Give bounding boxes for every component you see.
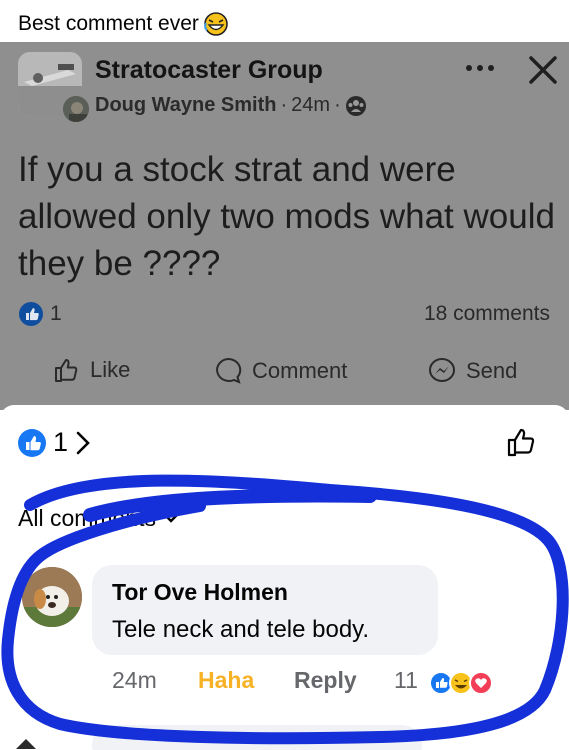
group-privacy-icon [345,95,366,116]
comment-actions-row: 24m Haha Reply 11 [112,667,512,699]
comment-bubble[interactable]: Tor Ove Holmen Tele neck and tele body. [92,565,438,655]
comment-label: Comment [252,358,348,383]
sheet-reaction-count: 1 [53,427,69,457]
send-label: Send [466,358,518,383]
post-reaction-count[interactable]: 1 [50,302,62,326]
chevron-right-icon [76,431,90,454]
post-author[interactable]: Doug Wayne Smith [95,94,276,117]
author-avatar[interactable] [61,94,91,124]
reply-button[interactable]: Reply [294,667,357,694]
caption-bar: Best comment ever [0,0,569,42]
post-time[interactable]: 24m [291,94,330,117]
meta-separator: · [334,94,341,116]
comment-filter-label: All comments [18,505,157,531]
comment-time: 24m [112,667,157,693]
sheet-reactions-summary[interactable]: 1 [17,427,92,458]
send-button[interactable]: Send [426,355,517,387]
next-commenter-avatar[interactable] [14,721,38,749]
comment-text: Tele neck and tele body. [112,616,370,643]
like-label: Like [90,357,131,382]
thumbs-up-icon[interactable] [505,425,539,459]
group-name[interactable]: Stratocaster Group [95,56,323,85]
post-meta: Doug Wayne Smith · 24m · [95,94,367,117]
next-comment-bubble[interactable] [92,725,422,750]
post-header: Stratocaster Group Doug Wayne Smith · 24… [18,48,558,124]
post-text: If you a stock strat and were allowed on… [18,150,555,283]
comments-sheet: 1 All comments Tor Ove Holmen Tele neck … [0,405,569,750]
like-reaction-icon [18,428,46,457]
comment-reaction-count[interactable]: 11 [394,667,418,694]
rofl-emoji-icon [204,11,228,36]
close-icon[interactable] [523,50,563,90]
thumbs-up-icon [55,359,78,382]
meta-separator: · [280,94,288,116]
messenger-icon [429,358,455,382]
comment-bubble-icon [216,357,242,384]
post-comment-count[interactable]: 18 comments [424,302,550,326]
comment-reactions-icon[interactable] [428,670,498,696]
commenter-name[interactable]: Tor Ove Holmen [112,579,418,606]
post-actions-row: Like Comment Send [0,355,569,399]
comment-button[interactable]: Comment [212,355,347,387]
like-reaction-icon[interactable] [18,301,44,327]
chevron-down-icon [164,514,178,523]
commenter-avatar[interactable] [22,567,82,627]
comment-filter-dropdown[interactable]: All comments [18,505,178,532]
more-options-icon[interactable] [463,58,497,78]
caption-text: Best comment ever [18,11,199,35]
like-button[interactable]: Like [52,355,130,385]
haha-button[interactable]: Haha [198,667,254,694]
post-reactions-row: 1 18 comments [18,298,550,330]
